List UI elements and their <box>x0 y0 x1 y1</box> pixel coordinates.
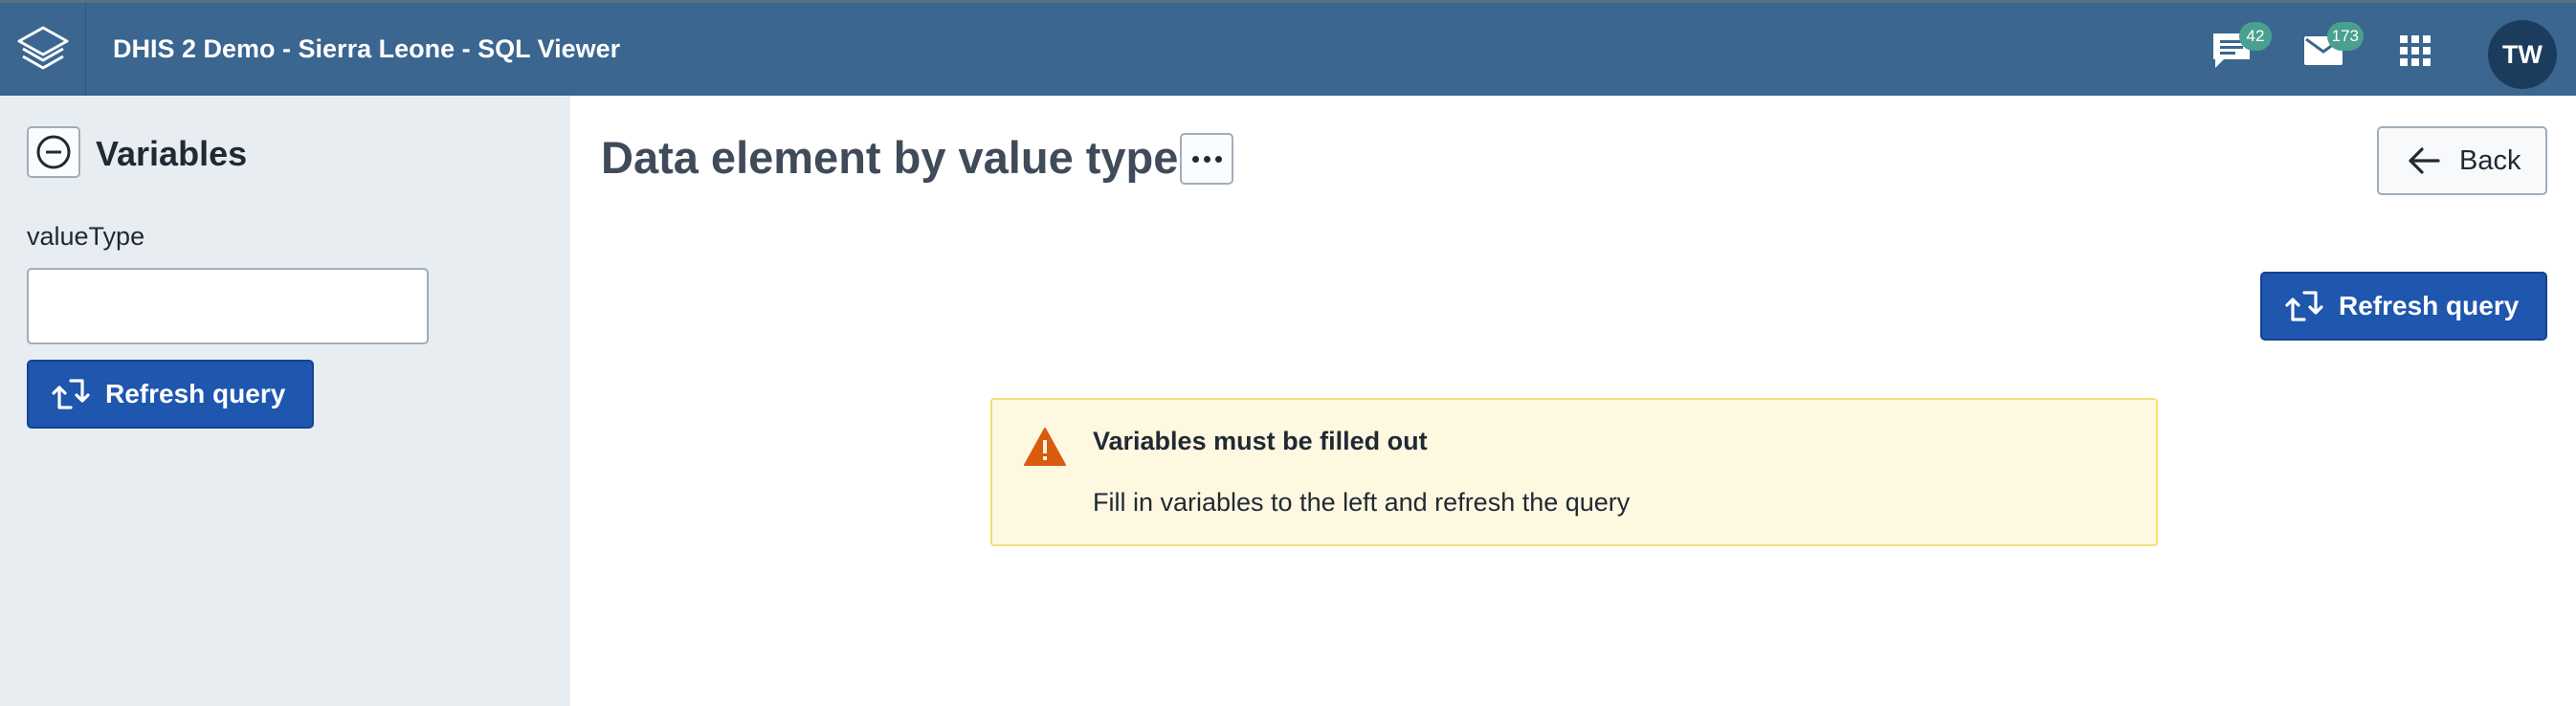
header-bar: DHIS 2 Demo - Sierra Leone - SQL Viewer … <box>0 0 2576 96</box>
profile-avatar[interactable]: TW <box>2488 20 2557 89</box>
interpretations-badge: 173 <box>2326 22 2364 51</box>
main-refresh-query-button[interactable]: Refresh query <box>2260 272 2547 341</box>
page-title: Data element by value type <box>601 132 1179 183</box>
interpretations-button[interactable]: 173 <box>2300 22 2364 74</box>
messages-badge: 42 <box>2239 22 2272 51</box>
arrow-left-icon <box>2409 147 2440 174</box>
messages-button[interactable]: 42 <box>2209 22 2272 74</box>
warning-notice: Variables must be filled out Fill in var… <box>990 398 2158 546</box>
notice-title: Variables must be filled out <box>1093 427 1428 455</box>
more-horizontal-icon <box>1191 155 1222 163</box>
collapse-sidebar-button[interactable] <box>27 126 80 178</box>
sidebar-title: Variables <box>96 134 248 173</box>
value-type-input[interactable] <box>27 268 429 344</box>
variables-sidebar: Variables valueType Refresh query <box>0 96 570 706</box>
refresh-icon <box>2285 291 2323 321</box>
back-button[interactable]: Back <box>2377 126 2547 195</box>
sidebar-refresh-label: Refresh query <box>105 379 286 408</box>
apps-grid-icon <box>2400 35 2431 66</box>
apps-menu-button[interactable] <box>2392 28 2438 74</box>
variable-label: valueType <box>27 222 145 251</box>
main-refresh-label: Refresh query <box>2339 291 2520 320</box>
minus-circle-icon <box>36 135 71 169</box>
dhis2-logo-icon[interactable] <box>0 3 86 96</box>
more-options-button[interactable] <box>1180 133 1233 185</box>
sidebar-refresh-query-button[interactable]: Refresh query <box>27 360 314 429</box>
back-label: Back <box>2459 144 2521 176</box>
refresh-icon <box>52 379 90 409</box>
app-title: DHIS 2 Demo - Sierra Leone - SQL Viewer <box>113 34 621 63</box>
notice-message: Fill in variables to the left and refres… <box>1093 488 1631 517</box>
warning-triangle-icon <box>1024 428 1066 466</box>
